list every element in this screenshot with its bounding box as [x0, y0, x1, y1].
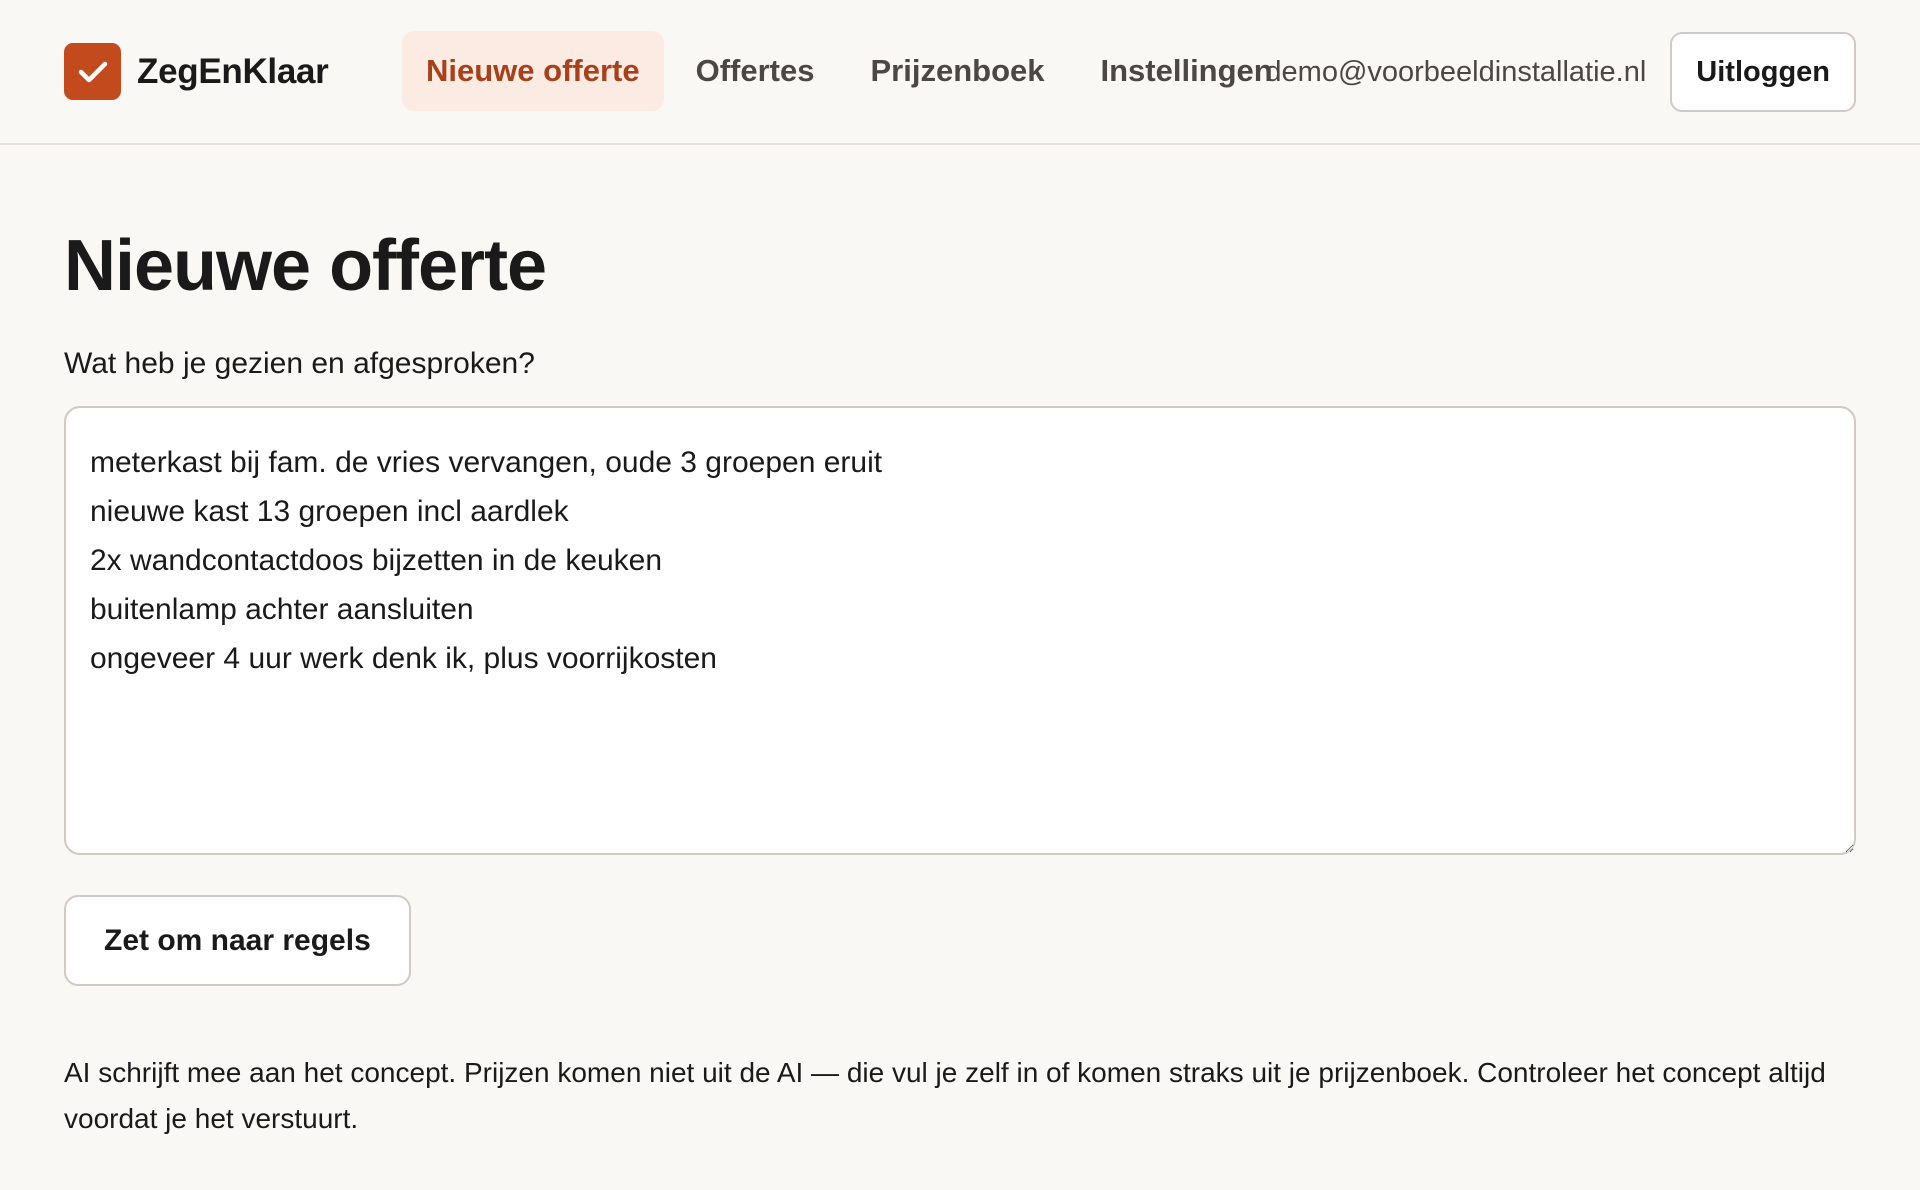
brand[interactable]: ZegEnKlaar — [64, 43, 329, 100]
top-navigation-bar: ZegEnKlaar Nieuwe offerte Offertes Prijz… — [0, 0, 1920, 145]
nav-item-offertes[interactable]: Offertes — [672, 31, 839, 111]
logout-button[interactable]: Uitloggen — [1670, 32, 1856, 112]
checkmark-icon — [64, 43, 121, 100]
account-email: demo@voorbeeldinstallatie.nl — [1265, 55, 1647, 88]
account-area: demo@voorbeeldinstallatie.nl Uitloggen — [1265, 32, 1856, 112]
nav-item-nieuwe-offerte[interactable]: Nieuwe offerte — [402, 31, 664, 111]
notes-field-label: Wat heb je gezien en afgesproken? — [64, 347, 535, 380]
brand-name: ZegEnKlaar — [137, 51, 329, 91]
nav-item-prijzenboek[interactable]: Prijzenboek — [846, 31, 1068, 111]
notes-textarea[interactable] — [64, 406, 1856, 855]
main-nav: Nieuwe offerte Offertes Prijzenboek Inst… — [402, 31, 1305, 111]
ai-disclaimer: AI schrijft mee aan het concept. Prijzen… — [64, 1057, 1826, 1134]
page-title: Nieuwe offerte — [64, 226, 547, 306]
convert-to-lines-button[interactable]: Zet om naar regels — [64, 895, 411, 986]
nav-item-instellingen[interactable]: Instellingen — [1076, 31, 1296, 111]
